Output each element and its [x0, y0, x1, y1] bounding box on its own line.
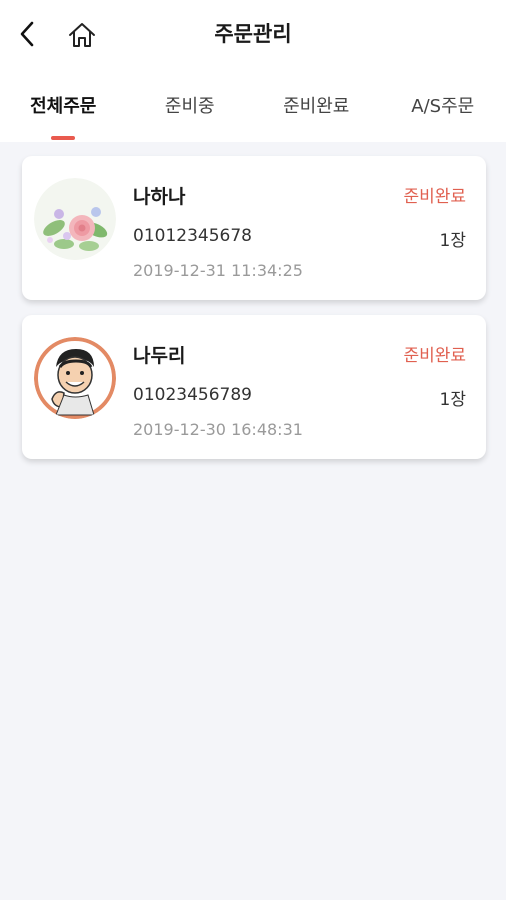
- customer-phone: 01012345678: [133, 226, 252, 246]
- tab-label: A/S주문: [411, 96, 475, 117]
- order-quantity: 1장: [439, 231, 466, 251]
- customer-name: 나하나: [133, 186, 186, 208]
- avatar: [34, 337, 116, 419]
- order-card[interactable]: 나두리 준비완료 01023456789 1장 2019-12-30 16:48…: [22, 315, 486, 459]
- order-datetime: 2019-12-31 11:34:25: [133, 261, 303, 280]
- order-status: 준비완료: [403, 187, 466, 207]
- active-tab-indicator: [51, 136, 76, 140]
- order-datetime: 2019-12-30 16:48:31: [133, 420, 303, 439]
- order-card[interactable]: 나하나 준비완료 01012345678 1장 2019-12-31 11:34…: [22, 156, 486, 300]
- app-header: 주문관리: [0, 0, 506, 68]
- tab-label: 준비중: [164, 96, 215, 117]
- cartoon-man-avatar: [34, 337, 116, 419]
- tab-as-orders[interactable]: A/S주문: [380, 68, 506, 142]
- order-list: 나하나 준비완료 01012345678 1장 2019-12-31 11:34…: [22, 156, 486, 474]
- tab-preparing[interactable]: 준비중: [127, 68, 254, 142]
- page-title: 주문관리: [214, 22, 292, 46]
- avatar: [34, 178, 116, 260]
- tab-label: 준비완료: [283, 96, 350, 117]
- tab-ready[interactable]: 준비완료: [253, 68, 380, 142]
- flower-bouquet-avatar: [34, 178, 116, 260]
- order-status: 준비완료: [403, 346, 466, 366]
- order-quantity: 1장: [439, 390, 466, 410]
- tab-all-orders[interactable]: 전체주문: [0, 68, 127, 142]
- tab-label: 전체주문: [30, 96, 97, 117]
- order-tabs: 전체주문 준비중 준비완료 A/S주문: [0, 68, 506, 142]
- customer-name: 나두리: [133, 345, 186, 367]
- customer-phone: 01023456789: [133, 385, 252, 405]
